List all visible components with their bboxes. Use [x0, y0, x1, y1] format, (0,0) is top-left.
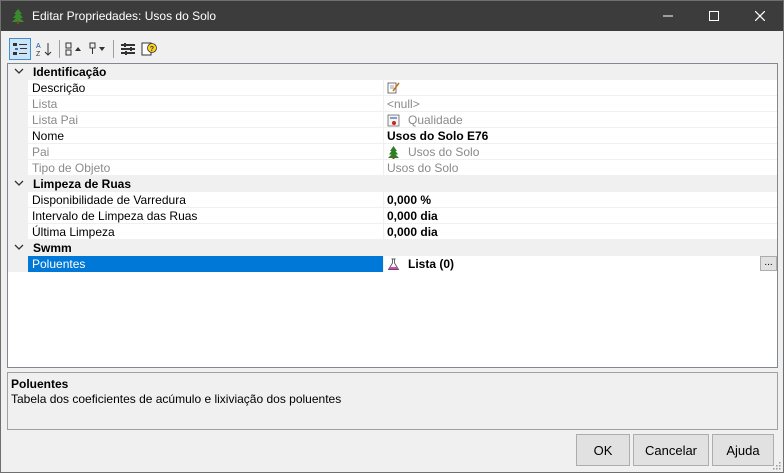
- help-dialog-button[interactable]: Ajuda: [712, 434, 774, 466]
- property-row-disponibilidade[interactable]: Disponibilidade de Varredura 0,000 %: [8, 192, 777, 208]
- property-name: Nome: [32, 129, 65, 143]
- category-limpeza-de-ruas[interactable]: Limpeza de Ruas: [8, 176, 777, 192]
- category-label: Limpeza de Ruas: [33, 177, 132, 191]
- property-row-pai[interactable]: Pai Usos do Solo: [8, 144, 777, 160]
- property-value[interactable]: 0,000 dia: [387, 225, 438, 239]
- property-value[interactable]: Usos do Solo E76: [387, 129, 488, 143]
- close-icon: [755, 11, 765, 21]
- property-name: Descrição: [32, 81, 86, 95]
- property-name: Lista Pai: [32, 113, 79, 127]
- svg-text:?: ?: [150, 46, 154, 53]
- edit-note-icon: [387, 82, 400, 94]
- chevron-down-icon[interactable]: [14, 242, 24, 252]
- property-name: Lista: [32, 97, 58, 111]
- collapse-all-icon: [89, 42, 105, 54]
- category-label: Identificação: [33, 65, 107, 79]
- property-pages-icon: [121, 43, 135, 55]
- property-value-text: Lista (0): [408, 257, 455, 271]
- property-value[interactable]: [387, 81, 408, 94]
- property-name: Tipo de Objeto: [32, 161, 111, 175]
- property-value[interactable]: 0,000 dia: [387, 209, 438, 223]
- property-name: Pai: [32, 145, 50, 159]
- toolbar: A Z ?: [7, 37, 778, 61]
- resize-grip-icon[interactable]: [771, 460, 781, 470]
- window-title: Editar Propriedades: Usos do Solo: [32, 9, 217, 23]
- description-panel: Poluentes Tabela dos coeficientes de acú…: [7, 372, 778, 430]
- expand-all-icon: [65, 42, 81, 56]
- property-value: <null>: [387, 97, 420, 111]
- description-title: Poluentes: [11, 377, 69, 391]
- property-name: Intervalo de Limpeza das Ruas: [32, 209, 198, 223]
- tree-icon: [12, 9, 24, 24]
- title-bar: Editar Propriedades: Usos do Solo: [1, 1, 783, 31]
- categorized-view-icon: [13, 43, 27, 55]
- chevron-down-icon[interactable]: [14, 66, 24, 76]
- help-button[interactable]: ?: [139, 38, 159, 60]
- properties-dialog: Editar Propriedades: Usos do Solo A Z ? …: [0, 0, 784, 473]
- property-row-intervalo[interactable]: Intervalo de Limpeza das Ruas 0,000 dia: [8, 208, 777, 224]
- expand-all-button[interactable]: [63, 38, 85, 60]
- category-label: Swmm: [33, 241, 72, 255]
- sort-alphabetical-button[interactable]: A Z: [33, 38, 55, 60]
- categorized-view-button[interactable]: [9, 38, 31, 60]
- property-row-descricao[interactable]: Descrição: [8, 80, 777, 96]
- tree-icon: [388, 145, 399, 159]
- property-value: Qualidade: [387, 113, 463, 127]
- category-swmm[interactable]: Swmm: [8, 240, 777, 256]
- quality-list-icon: [387, 114, 400, 126]
- ok-button[interactable]: OK: [576, 434, 630, 466]
- property-value[interactable]: Lista (0): [387, 257, 454, 271]
- close-button[interactable]: [737, 1, 783, 31]
- help-icon: ?: [141, 42, 157, 56]
- chevron-down-icon[interactable]: [14, 178, 24, 188]
- svg-text:A: A: [36, 43, 41, 50]
- category-identificacao[interactable]: Identificação: [8, 64, 777, 80]
- sort-alphabetical-icon: A Z: [36, 43, 52, 57]
- property-row-lista[interactable]: Lista <null>: [8, 96, 777, 112]
- property-grid: Identificação Descrição Lista <null> Lis…: [7, 63, 778, 368]
- property-name: Poluentes: [32, 257, 86, 271]
- property-row-nome[interactable]: Nome Usos do Solo E76: [8, 128, 777, 144]
- cancel-button[interactable]: Cancelar: [633, 434, 709, 466]
- property-pages-button[interactable]: [117, 38, 139, 60]
- property-value-text: Usos do Solo: [408, 145, 480, 159]
- ellipsis-button[interactable]: ...: [760, 256, 777, 271]
- property-value: Usos do Solo: [387, 161, 459, 175]
- property-row-lista-pai[interactable]: Lista Pai Qualidade: [8, 112, 777, 128]
- property-value-text: Qualidade: [408, 113, 463, 127]
- minimize-icon: [663, 15, 673, 17]
- property-name: Disponibilidade de Varredura: [32, 193, 186, 207]
- minimize-button[interactable]: [645, 1, 691, 31]
- property-row-tipo-objeto[interactable]: Tipo de Objeto Usos do Solo: [8, 160, 777, 176]
- flask-icon: [387, 258, 400, 270]
- property-value[interactable]: 0,000 %: [387, 193, 431, 207]
- property-value: Usos do Solo: [387, 145, 479, 159]
- svg-text:Z: Z: [36, 51, 41, 57]
- property-row-ultima-limpeza[interactable]: Última Limpeza 0,000 dia: [8, 224, 777, 240]
- maximize-button[interactable]: [691, 1, 737, 31]
- description-text: Tabela dos coeficientes de acúmulo e lix…: [11, 392, 342, 406]
- maximize-icon: [709, 11, 719, 21]
- collapse-all-button[interactable]: [87, 38, 109, 60]
- property-row-poluentes[interactable]: Poluentes Lista (0) ...: [8, 256, 777, 272]
- property-name: Última Limpeza: [32, 225, 115, 239]
